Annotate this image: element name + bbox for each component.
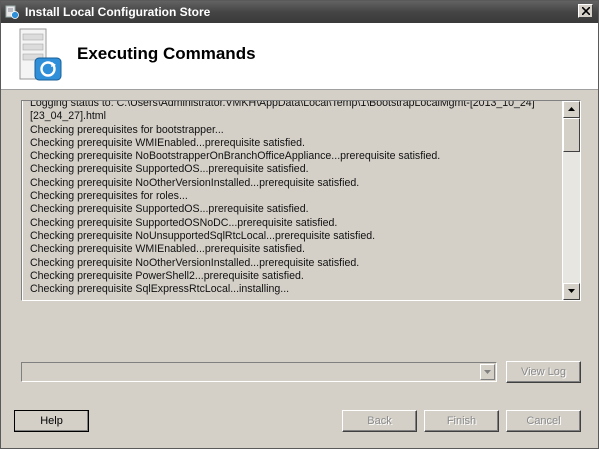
log-line: [23_04_27].html [30,110,106,123]
log-line: Checking prerequisites for bootstrapper.… [30,123,224,136]
installer-dialog: Install Local Configuration Store Execut… [0,0,599,449]
log-line: Checking prerequisite NoOtherVersionInst… [30,176,360,189]
log-line: Checking prerequisite PowerShell2...prer… [30,269,304,282]
log-line: Checking prerequisites for roles... [30,190,188,203]
scroll-down-button[interactable] [563,283,580,300]
log-line: Checking prerequisite NoBootstrapperOnBr… [30,150,441,163]
help-button[interactable]: Help [14,410,89,432]
title-bar[interactable]: Install Local Configuration Store [1,1,598,23]
finish-button[interactable]: Finish [424,410,499,432]
log-line: Checking prerequisite WMIEnabled...prere… [30,136,305,149]
log-line: Checking prerequisite SupportedOS...prer… [30,163,309,176]
finish-label: Finish [446,415,477,427]
app-icon [5,5,19,19]
window-title: Install Local Configuration Store [25,5,211,19]
view-log-label: View Log [520,366,567,378]
log-line: Checking prerequisite NoUnsupportedSqlRt… [30,229,376,242]
log-line: Checking prerequisite SupportedOS...prer… [30,203,309,216]
page-title: Executing Commands [77,44,256,63]
log-line: Checking prerequisite SupportedOSNoDC...… [30,216,338,229]
back-label: Back [367,415,392,427]
header-banner: Executing Commands [1,23,598,90]
log-scrollbar[interactable] [563,101,580,300]
log-viewport: Logging status to: C:\Users\Administrato… [23,101,562,300]
server-config-icon [19,28,62,81]
cancel-button[interactable]: Cancel [506,410,581,432]
cancel-label: Cancel [526,415,561,427]
log-line: Checking prerequisite NoOtherVersionInst… [30,256,360,269]
log-lines: Logging status to: C:\Users\Administrato… [30,101,535,296]
command-log[interactable]: Logging status to: C:\Users\Administrato… [21,100,581,301]
log-line: Checking prerequisite SqlExpressRtcLocal… [30,283,290,296]
log-line: Checking prerequisite WMIEnabled...prere… [30,243,305,256]
scroll-up-button[interactable] [563,101,580,118]
dropdown-button[interactable] [480,364,495,380]
close-icon [582,7,590,15]
close-button[interactable] [578,4,593,18]
scroll-thumb[interactable] [563,118,580,152]
view-log-button[interactable]: View Log [506,361,581,383]
help-label: Help [40,415,63,427]
arrow-down-icon [568,289,575,293]
chevron-down-icon [484,370,491,374]
arrow-up-icon [568,107,575,111]
back-button[interactable]: Back [342,410,417,432]
log-select-dropdown[interactable] [21,362,497,382]
log-line: Logging status to: C:\Users\Administrato… [30,101,535,109]
